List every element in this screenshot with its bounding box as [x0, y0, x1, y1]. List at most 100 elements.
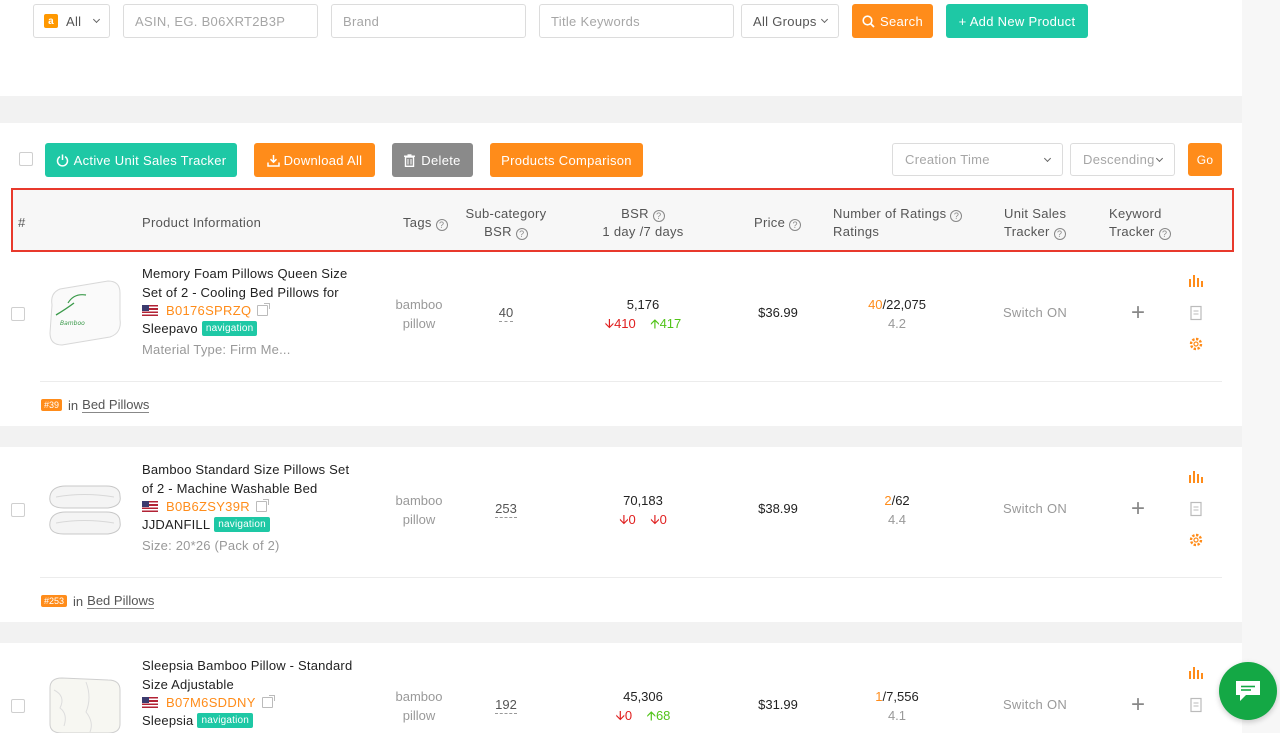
amazon-icon: a — [44, 14, 58, 28]
column-keyword-tracker: Keyword Tracker? — [1109, 205, 1171, 241]
add-keyword-icon[interactable]: + — [1128, 693, 1148, 717]
scrollbar[interactable] — [1242, 0, 1280, 733]
bsr-day-value: 410 — [614, 316, 636, 331]
title-keywords-input[interactable]: Title Keywords — [539, 4, 734, 38]
column-bsr: BSR? 1 day /7 days — [590, 205, 696, 241]
subcategory-bsr: 40 — [480, 305, 532, 322]
product-checkbox[interactable] — [11, 307, 25, 321]
subcategory-bsr: 192 — [480, 697, 532, 714]
download-icon — [266, 154, 280, 167]
bar-chart-icon[interactable] — [1188, 469, 1204, 485]
brand-row: Sleepavo navigation — [142, 321, 258, 336]
help-icon[interactable]: ? — [515, 228, 528, 240]
sort-field-select[interactable]: Creation Time — [892, 143, 1063, 176]
column-keyword-label: Keyword — [1109, 206, 1162, 221]
external-link-icon[interactable] — [261, 695, 275, 708]
us-flag-icon — [142, 501, 158, 512]
tag-line: bamboo — [395, 493, 443, 508]
bsr-day-change: 🡫0 — [616, 708, 633, 723]
unit-sales-switch[interactable]: Switch ON — [1000, 305, 1070, 320]
ratings-new: 40 — [868, 297, 883, 312]
column-product-information: Product Information — [142, 215, 262, 230]
product-image[interactable] — [46, 668, 124, 733]
tag-line: bamboo — [395, 689, 443, 704]
column-bsr-label: BSR — [621, 206, 649, 221]
product-brand: JJDANFILL — [142, 517, 211, 532]
note-icon[interactable] — [1188, 501, 1204, 517]
arrow-down-icon: 🡫 — [619, 512, 629, 527]
product-title[interactable]: Sleepsia Bamboo Pillow - Standard Size A… — [142, 656, 357, 694]
delete-button[interactable]: Delete — [392, 143, 473, 177]
download-all-label: Download All — [283, 152, 363, 168]
product-title[interactable]: Memory Foam Pillows Queen Size Set of 2 … — [142, 264, 357, 302]
help-icon[interactable]: ? — [789, 219, 802, 231]
trash-icon — [404, 153, 416, 167]
help-icon[interactable]: ? — [435, 219, 448, 231]
help-icon[interactable]: ? — [1053, 228, 1066, 240]
chevron-down-icon — [1155, 154, 1164, 162]
download-all-button[interactable]: Download All — [254, 143, 375, 177]
ratings-total: /62 — [891, 493, 910, 508]
navigation-badge: navigation — [214, 517, 270, 532]
product-checkbox[interactable] — [11, 699, 25, 713]
search-button-label: Search — [880, 13, 923, 29]
go-label: Go — [1196, 152, 1214, 167]
product-asin[interactable]: B0B6ZSY39R — [166, 499, 250, 514]
bar-chart-icon[interactable] — [1188, 665, 1204, 681]
tag-line: pillow — [402, 512, 436, 527]
product-title[interactable]: Bamboo Standard Size Pillows Set of 2 - … — [142, 460, 357, 498]
add-keyword-icon[interactable]: + — [1128, 497, 1148, 521]
svg-text:Bamboo: Bamboo — [60, 320, 85, 327]
add-keyword-icon[interactable]: + — [1128, 301, 1148, 325]
navigation-badge: navigation — [201, 321, 258, 336]
product-image[interactable] — [46, 472, 124, 550]
help-icon[interactable]: ? — [950, 210, 963, 222]
marketplace-select[interactable]: a All — [33, 4, 110, 38]
product-tags[interactable]: bamboo pillow — [393, 295, 445, 333]
brand-input[interactable]: Brand — [331, 4, 526, 38]
product-tags[interactable]: bamboo pillow — [393, 491, 445, 529]
add-new-product-button[interactable]: + Add New Product — [946, 4, 1088, 38]
add-new-product-label: + Add New Product — [958, 13, 1076, 29]
help-icon[interactable]: ? — [1158, 228, 1171, 240]
note-icon[interactable] — [1188, 697, 1204, 713]
column-subcategory-bsr: Sub-category BSR? — [465, 205, 547, 241]
column-keyword-tracker-label: Tracker — [1109, 224, 1155, 239]
arrow-down-icon: 🡫 — [604, 316, 615, 331]
main-area: a All ASIN, EG. B06XRT2B3P Brand Title K… — [0, 0, 1242, 733]
marketplace-value: All — [66, 13, 82, 29]
product-checkbox[interactable] — [11, 503, 25, 517]
product-image[interactable]: Bamboo — [46, 275, 124, 353]
go-button[interactable]: Go — [1188, 143, 1222, 176]
gear-icon[interactable] — [1188, 532, 1204, 548]
product-asin[interactable]: B0176SPRZQ — [166, 303, 251, 318]
asin-input[interactable]: ASIN, EG. B06XRT2B3P — [123, 4, 318, 38]
category-link[interactable]: Bed Pillows — [87, 593, 155, 609]
rating-score: 4.1 — [887, 708, 907, 723]
active-unit-sales-tracker-button[interactable]: Active Unit Sales Tracker — [45, 143, 237, 177]
product-tags[interactable]: bamboo pillow — [393, 687, 445, 725]
external-link-icon[interactable] — [257, 303, 271, 316]
products-comparison-button[interactable]: Products Comparison — [490, 143, 643, 177]
gear-icon[interactable] — [1188, 336, 1204, 352]
groups-select[interactable]: All Groups — [741, 4, 839, 38]
select-all-checkbox[interactable] — [19, 152, 33, 166]
category-link[interactable]: Bed Pillows — [82, 397, 150, 413]
chevron-down-icon — [1043, 154, 1052, 162]
external-link-icon[interactable] — [255, 499, 269, 512]
delete-label: Delete — [421, 152, 461, 168]
column-unit-sales-tracker: Unit Sales Tracker? — [1004, 205, 1066, 241]
note-icon[interactable] — [1188, 305, 1204, 321]
bar-chart-icon[interactable] — [1188, 273, 1204, 289]
product-asin[interactable]: B07M6SDDNY — [166, 695, 256, 710]
sort-order-select[interactable]: Descending — [1070, 143, 1175, 176]
rank-badge: #253 — [41, 595, 68, 607]
chat-button[interactable] — [1219, 662, 1277, 720]
help-icon[interactable]: ? — [652, 210, 665, 222]
unit-sales-switch[interactable]: Switch ON — [1000, 697, 1070, 712]
product-price: $31.99 — [758, 697, 798, 712]
search-button[interactable]: Search — [852, 4, 933, 38]
title-keywords-placeholder: Title Keywords — [551, 13, 640, 29]
unit-sales-switch[interactable]: Switch ON — [1000, 501, 1070, 516]
search-bar: a All ASIN, EG. B06XRT2B3P Brand Title K… — [0, 0, 1242, 96]
